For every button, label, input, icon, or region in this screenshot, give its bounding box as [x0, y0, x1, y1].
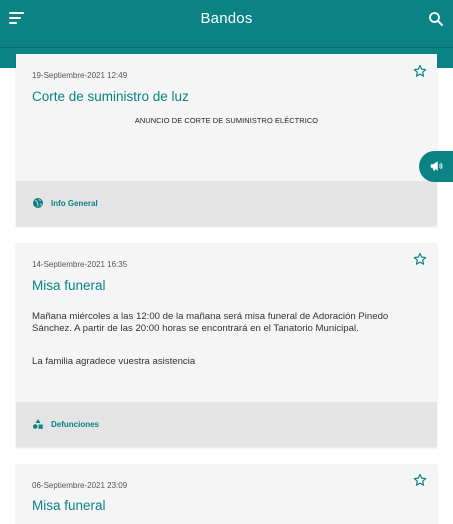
post-title[interactable]: Corte de suministro de luz — [32, 89, 189, 104]
category-label: Info General — [51, 198, 98, 208]
post-date: 06-Septiembre-2021 23:09 — [32, 481, 128, 490]
megaphone-icon — [430, 161, 443, 171]
star-outline-icon[interactable] — [413, 473, 427, 487]
star-outline-icon[interactable] — [413, 252, 427, 266]
category-defunciones[interactable]: Defunciones — [32, 418, 99, 430]
post-title[interactable]: Misa funeral — [32, 278, 106, 293]
post-footer: Info General — [16, 181, 437, 226]
post-card[interactable]: 19-Septiembre-2021 12:49 Corte de sumini… — [16, 54, 437, 226]
globe-icon — [33, 198, 43, 208]
star-outline-icon[interactable] — [413, 64, 427, 78]
category-label: Defunciones — [51, 419, 100, 429]
search-icon[interactable] — [428, 11, 444, 27]
page-title: Bandos — [200, 10, 253, 27]
appbar-divider — [0, 47, 453, 48]
shapes-icon — [33, 419, 43, 429]
post-card[interactable]: 14-Septiembre-2021 16:35 Misa funeral Ma… — [16, 243, 437, 447]
post-date: 14-Septiembre-2021 16:35 — [32, 260, 128, 269]
post-title[interactable]: Misa funeral — [32, 498, 106, 513]
post-body: Mañana miércoles a las 12:00 de la mañan… — [32, 311, 389, 334]
post-footer: Defunciones — [16, 402, 437, 447]
post-card[interactable]: 06-Septiembre-2021 23:09 Misa funeral — [16, 464, 437, 524]
announcements-button[interactable] — [419, 151, 453, 182]
category-info-general[interactable]: Info General — [32, 197, 98, 209]
post-body-closing: La familia agradece vuestra asistencia — [32, 356, 196, 367]
post-date: 19-Septiembre-2021 12:49 — [32, 71, 128, 80]
post-subheading: ANUNCIO DE CORTE DE SUMINISTRO ELÉCTRICO — [134, 116, 319, 125]
